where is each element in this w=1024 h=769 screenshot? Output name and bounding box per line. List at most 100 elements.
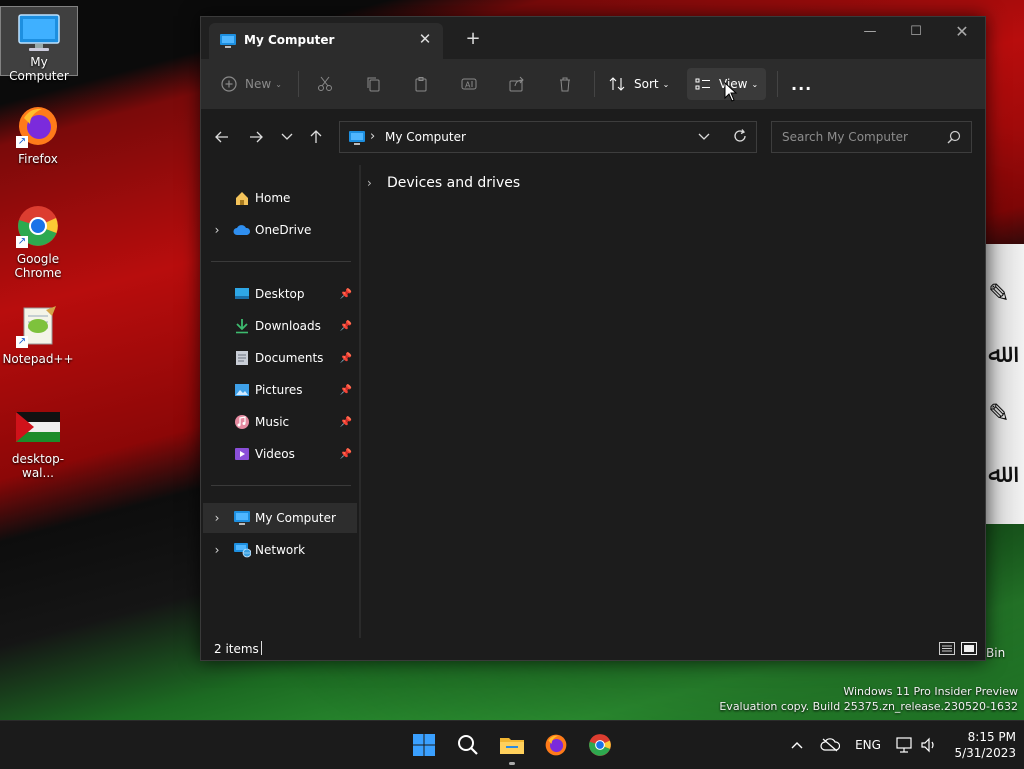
breadcrumb-my-computer[interactable]: My Computer <box>385 130 466 144</box>
start-button[interactable] <box>408 729 440 761</box>
refresh-button[interactable] <box>733 129 747 146</box>
forward-button[interactable] <box>242 123 270 151</box>
see-more-button[interactable]: ... <box>791 68 812 100</box>
network-status-button[interactable] <box>894 721 916 769</box>
chevron-right-icon[interactable]: › <box>203 223 231 237</box>
desktop-icon-firefox[interactable]: ↗ Firefox <box>0 104 76 166</box>
shortcut-arrow-icon: ↗ <box>16 136 28 148</box>
nav-item-onedrive[interactable]: › OneDrive <box>203 215 357 245</box>
desktop-icon-wallpaper[interactable]: desktop-wal... <box>0 412 76 480</box>
clock[interactable]: 8:15 PM 5/31/2023 <box>946 729 1016 761</box>
pin-icon[interactable]: 📌 <box>339 385 353 396</box>
cut-button[interactable] <box>317 68 333 100</box>
search-icon <box>458 735 478 755</box>
video-icon <box>231 447 253 461</box>
chrome-icon: ↗ <box>16 204 60 248</box>
volume-button[interactable] <box>918 721 940 769</box>
nav-item-downloads[interactable]: Downloads 📌 <box>203 311 357 341</box>
nav-item-label: Pictures <box>255 383 303 397</box>
search-input[interactable] <box>780 129 944 145</box>
chevron-down-icon: ⌄ <box>662 79 670 89</box>
onedrive-tray-button[interactable] <box>818 721 842 769</box>
pin-icon[interactable]: 📌 <box>339 353 353 364</box>
minimize-button[interactable]: — <box>847 17 893 47</box>
show-hidden-icons-button[interactable] <box>786 721 808 769</box>
nav-item-documents[interactable]: Documents 📌 <box>203 343 357 373</box>
nav-item-music[interactable]: Music 📌 <box>203 407 357 437</box>
chevron-right-icon[interactable]: › <box>203 511 231 525</box>
clock-time: 8:15 PM <box>967 730 1016 744</box>
desktop-icon-notepadpp[interactable]: ↗ Notepad++ <box>0 304 76 366</box>
nav-item-label: My Computer <box>255 511 336 525</box>
delete-button[interactable] <box>557 68 573 100</box>
recycle-bin-label[interactable]: Bin <box>986 646 1005 660</box>
cloud-offline-icon <box>820 738 840 752</box>
taskbar-file-explorer[interactable] <box>496 729 528 765</box>
windows-watermark: Windows 11 Pro Insider Preview Evaluatio… <box>719 684 1018 714</box>
input-language-button[interactable]: ENG <box>852 721 884 769</box>
share-button[interactable] <box>509 68 525 100</box>
nav-item-videos[interactable]: Videos 📌 <box>203 439 357 469</box>
windows-logo-icon <box>413 734 435 756</box>
home-icon <box>231 190 253 206</box>
rename-button[interactable]: A <box>461 68 477 100</box>
pin-icon[interactable]: 📌 <box>339 321 353 332</box>
address-row: › My Computer <box>201 109 985 165</box>
taskbar-firefox[interactable] <box>540 729 572 761</box>
close-window-button[interactable]: ✕ <box>939 17 985 47</box>
clipboard-icon <box>415 77 427 92</box>
nav-item-label: OneDrive <box>255 223 312 237</box>
pin-icon[interactable]: 📌 <box>339 449 353 460</box>
new-button[interactable]: New ⌄ <box>221 68 282 100</box>
monitor-icon <box>348 130 366 149</box>
maximize-button[interactable]: ☐ <box>893 17 939 47</box>
pin-icon[interactable]: 📌 <box>339 289 353 300</box>
shortcut-arrow-icon: ↗ <box>16 336 28 348</box>
more-options-icon: ... <box>791 74 813 94</box>
sort-button[interactable]: Sort ⌄ <box>609 68 669 100</box>
desktop-icon-my-computer[interactable]: My Computer <box>0 6 78 83</box>
new-tab-button[interactable]: + <box>463 29 483 49</box>
taskbar-chrome[interactable] <box>584 729 616 761</box>
up-button[interactable] <box>302 123 330 151</box>
details-view-button[interactable] <box>939 641 955 655</box>
speaker-icon <box>921 737 934 753</box>
recent-locations-button[interactable] <box>273 123 301 151</box>
chevron-down-icon: ⌄ <box>751 79 759 89</box>
firefox-icon: ↗ <box>16 104 60 148</box>
status-divider <box>261 641 262 655</box>
chevron-down-icon: ⌄ <box>275 79 282 89</box>
chevron-down-icon <box>698 133 710 140</box>
breadcrumb-chevron-icon[interactable]: › <box>370 129 375 144</box>
pin-icon[interactable]: 📌 <box>339 417 353 428</box>
shortcut-arrow-icon: ↗ <box>16 236 28 248</box>
chrome-icon <box>589 734 611 756</box>
search-icon[interactable] <box>947 130 961 147</box>
tab-my-computer[interactable]: My Computer ✕ <box>209 23 443 59</box>
nav-item-desktop[interactable]: Desktop 📌 <box>203 279 357 309</box>
paste-button[interactable] <box>413 68 429 100</box>
monitor-icon <box>219 33 237 52</box>
address-history-dropdown[interactable] <box>698 130 710 144</box>
copy-button[interactable] <box>365 68 381 100</box>
nav-item-my-computer[interactable]: › My Computer <box>203 503 357 533</box>
back-button[interactable] <box>208 123 236 151</box>
nav-item-home[interactable]: Home <box>203 183 357 213</box>
chevron-right-icon[interactable]: › <box>203 543 231 557</box>
search-button[interactable] <box>452 729 484 761</box>
nav-item-network[interactable]: › Network <box>203 535 357 565</box>
nav-item-label: Desktop <box>255 287 305 301</box>
search-box[interactable] <box>771 121 972 153</box>
nav-divider <box>211 261 351 262</box>
arrow-up-icon <box>310 130 322 143</box>
group-header-devices-and-drives[interactable]: › Devices and drives <box>367 175 520 191</box>
nav-item-pictures[interactable]: Pictures 📌 <box>203 375 357 405</box>
desktop-icon-label: Notepad++ <box>2 352 74 366</box>
group-header-label: Devices and drives <box>387 175 521 191</box>
copy-icon <box>367 77 380 92</box>
close-tab-icon[interactable]: ✕ <box>415 29 435 49</box>
tiles-view-button[interactable] <box>961 641 977 655</box>
desktop-icon-chrome[interactable]: ↗ Google Chrome <box>0 204 76 280</box>
address-bar[interactable]: › My Computer <box>339 121 757 153</box>
chevron-right-icon[interactable]: › <box>367 176 381 190</box>
